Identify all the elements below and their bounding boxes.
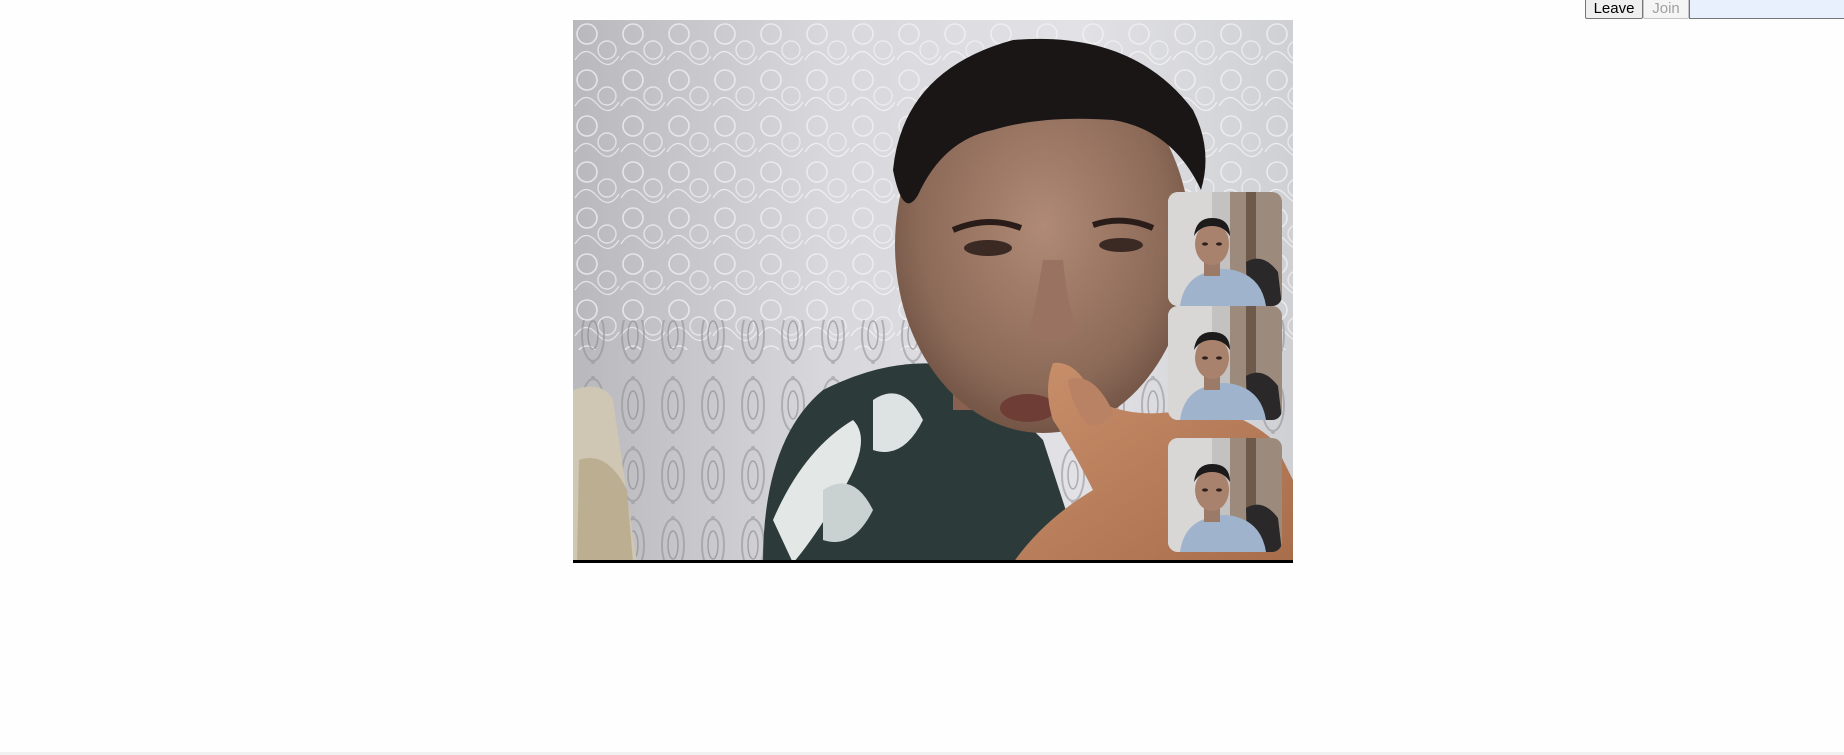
participant-thumbnail[interactable]: [1168, 192, 1282, 306]
call-controls: Leave Join: [1585, 0, 1844, 19]
leave-button[interactable]: Leave: [1585, 0, 1643, 19]
room-input[interactable]: [1689, 0, 1844, 19]
participant-video-icon: [1168, 192, 1282, 306]
participant-thumbnail[interactable]: [1168, 306, 1282, 420]
participant-video-icon: [1168, 306, 1282, 420]
video-call-page: Leave Join: [0, 0, 1844, 755]
join-button[interactable]: Join: [1643, 0, 1689, 19]
participant-thumbnail[interactable]: [1168, 438, 1282, 552]
participant-video-icon: [1168, 438, 1282, 552]
